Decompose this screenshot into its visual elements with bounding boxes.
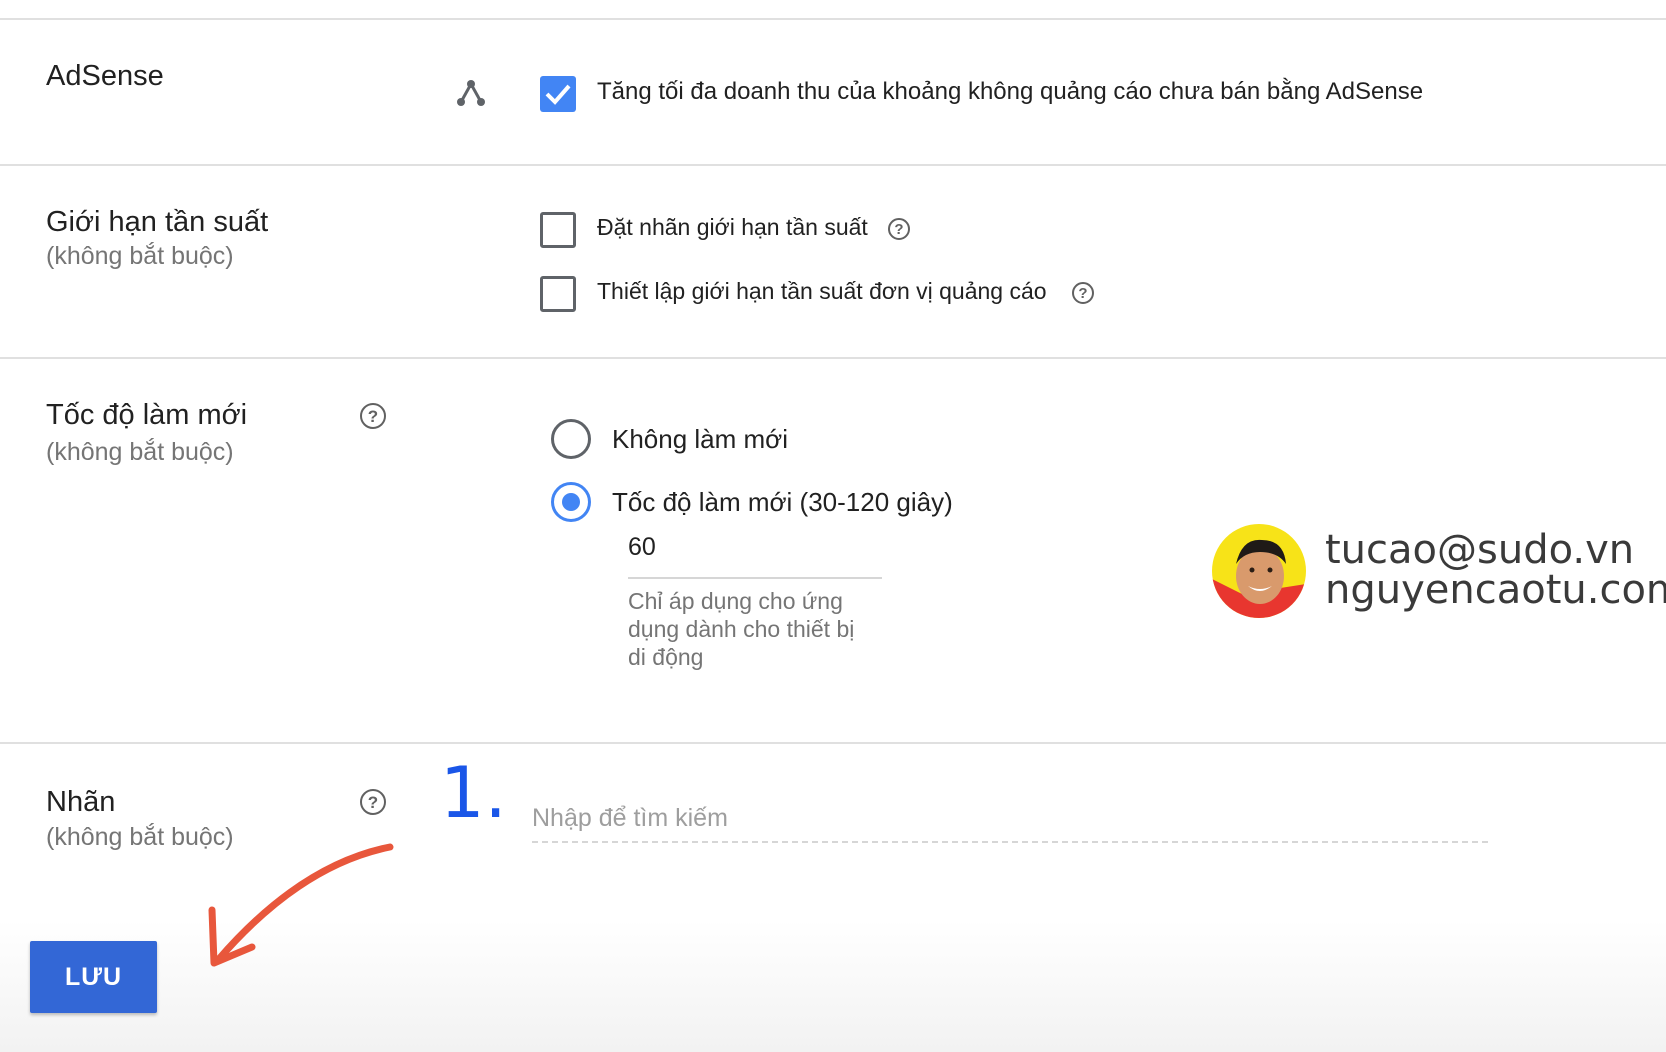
- divider-adsense: [0, 164, 1666, 166]
- frequency-unit-checkbox[interactable]: [540, 276, 576, 312]
- refresh-none-radio[interactable]: [551, 419, 591, 459]
- frequency-label-option: Đặt nhãn giới hạn tần suất: [597, 214, 868, 240]
- save-button[interactable]: LƯU: [30, 941, 157, 1013]
- refresh-hint-line: Chỉ áp dụng cho ứng: [628, 588, 843, 614]
- step-number: 1.: [440, 752, 507, 834]
- frequency-unit-option: Thiết lập giới hạn tần suất đơn vị quảng…: [597, 278, 1047, 304]
- labels-title: Nhãn: [46, 786, 116, 818]
- help-circle-icon[interactable]: ?: [1072, 282, 1094, 304]
- annotation-arrow: [190, 835, 410, 980]
- refresh-title: Tốc độ làm mới: [46, 399, 248, 431]
- help-circle-icon[interactable]: ?: [360, 789, 386, 815]
- help-circle-icon[interactable]: ?: [888, 218, 910, 240]
- watermark-text: tucao@sudo.vn nguyencaotu.com: [1325, 530, 1666, 610]
- refresh-hint-line: dụng dành cho thiết bị: [628, 616, 855, 642]
- avatar: [1212, 524, 1306, 618]
- refresh-none-label: Không làm mới: [612, 424, 789, 454]
- refresh-hint: Chỉ áp dụng cho ứng dụng dành cho thiết …: [628, 587, 854, 671]
- checkmark-icon: [545, 84, 571, 105]
- divider-refresh: [0, 742, 1666, 744]
- divider-top: [0, 18, 1666, 20]
- refresh-rate-label: Tốc độ làm mới (30-120 giây): [612, 487, 953, 517]
- label-search-input[interactable]: [532, 795, 1488, 843]
- frequency-label-checkbox[interactable]: [540, 212, 576, 248]
- divider-frequency: [0, 357, 1666, 359]
- adsense-title: AdSense: [46, 60, 164, 92]
- help-circle-icon[interactable]: ?: [360, 403, 386, 429]
- watermark-site: nguyencaotu.com: [1325, 567, 1666, 613]
- refresh-rate-input[interactable]: 60: [628, 533, 882, 579]
- share-nodes-icon: [455, 78, 487, 113]
- refresh-hint-line: di động: [628, 644, 704, 670]
- watermark-email: tucao@sudo.vn: [1325, 527, 1635, 573]
- adsense-checkbox[interactable]: [540, 76, 576, 112]
- frequency-subtitle: (không bắt buộc): [46, 242, 234, 270]
- adsense-checkbox-label: Tăng tối đa doanh thu của khoảng không q…: [597, 78, 1424, 105]
- frequency-title: Giới hạn tần suất: [46, 206, 269, 238]
- refresh-rate-radio[interactable]: [551, 482, 591, 522]
- refresh-subtitle: (không bắt buộc): [46, 438, 234, 466]
